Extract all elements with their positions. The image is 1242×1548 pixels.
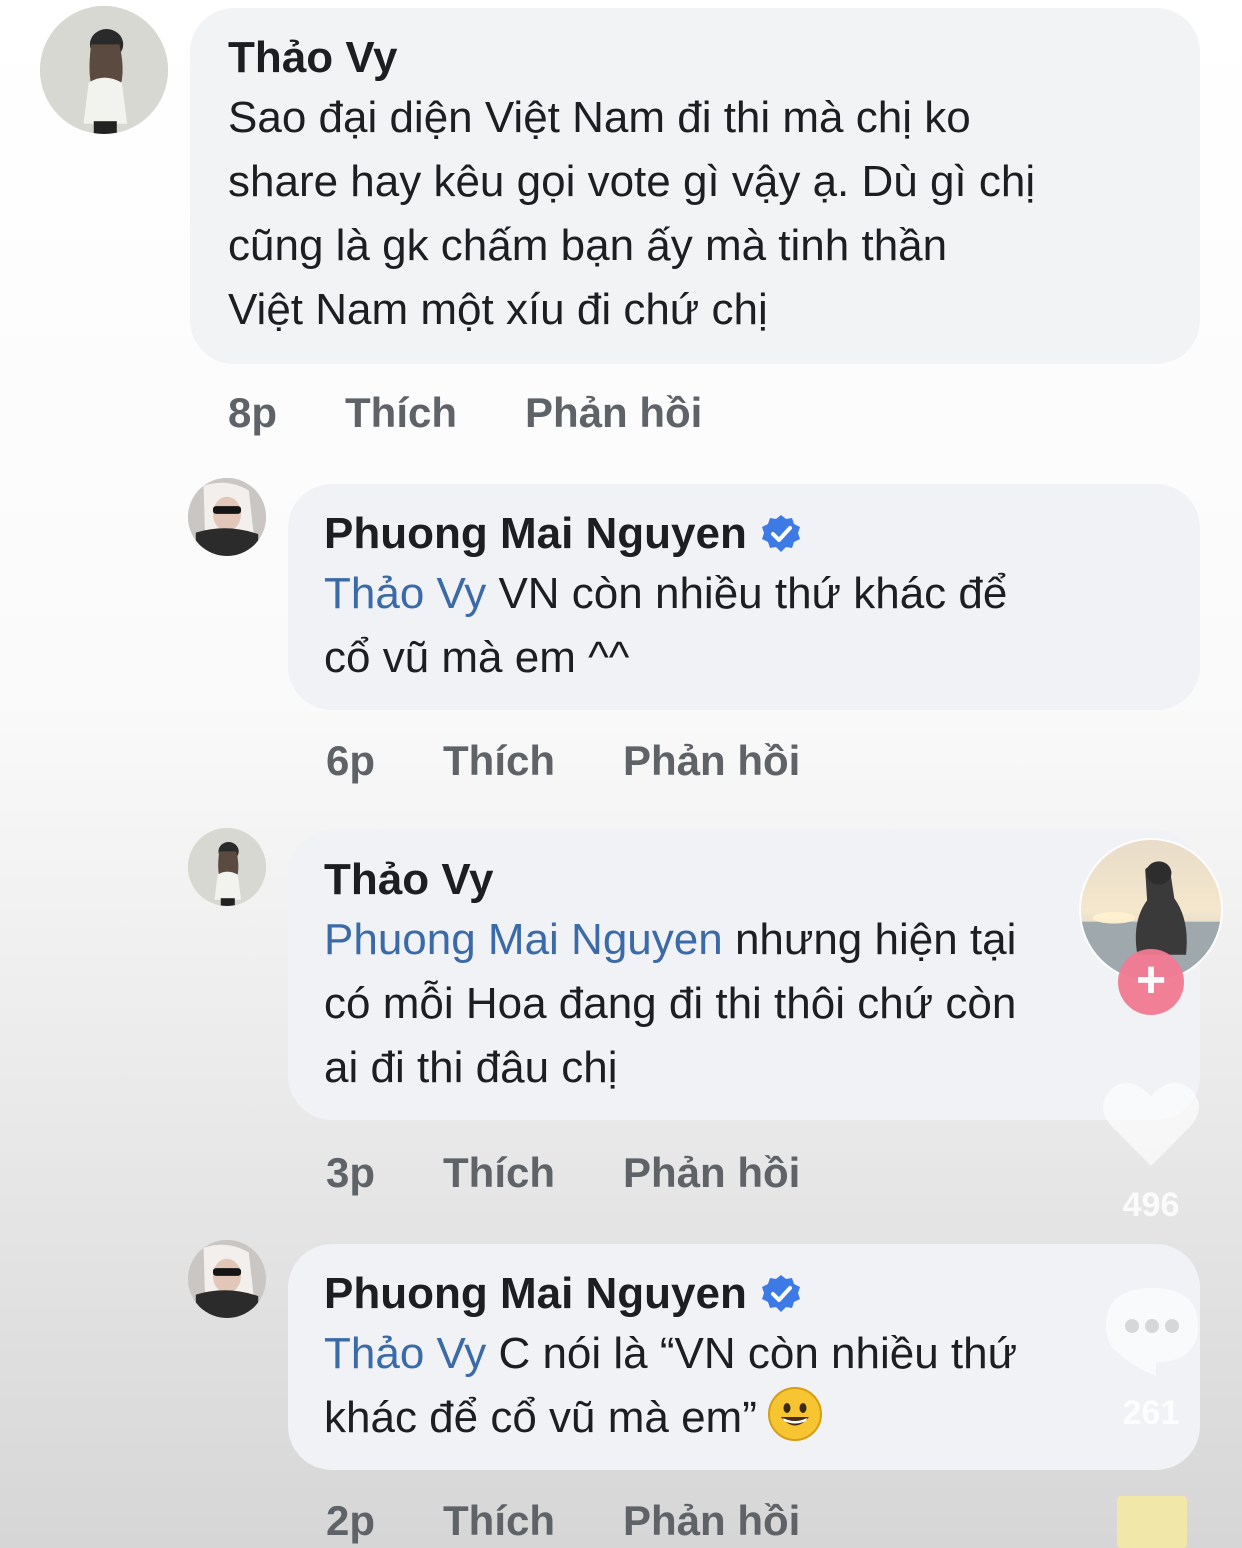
comment-bubble: Phuong Mai Nguyen Thảo Vy VN còn nhiều t… [288,484,1200,710]
mention-link[interactable]: Thảo Vy [324,569,486,618]
avatar-woman-image [188,478,266,556]
comment-bubble: Thảo Vy Sao đại diện Việt Nam đi thi mà … [190,8,1200,364]
comment-author[interactable]: Phuong Mai Nguyen [324,506,747,562]
comment-time: 2p [326,1497,376,1544]
comment-time: 3p [326,1149,376,1196]
reply-button[interactable]: Phản hồi [623,736,800,786]
mention-link[interactable]: Phuong Mai Nguyen [324,915,723,964]
comment-bubble: Thảo Vy Phuong Mai Nguyen nhưng hiện tại… [288,830,1200,1120]
like-button[interactable]: Thích [443,1496,555,1546]
comment-time: 6p [326,737,376,784]
follow-plus-button[interactable]: + [1118,949,1184,1015]
avatar-girl-image [188,828,266,906]
comment-text: Sao đại diện Việt Nam đi thi mà chị ko s… [228,93,1036,334]
comments-count: 261 [1122,1394,1180,1432]
comment-actions: 6p Thích Phản hồi [326,736,868,786]
avatar-girl-image [40,6,168,134]
comment-text: Thảo Vy VN còn nhiều thứ khác để cổ vũ m… [324,569,1008,682]
comment-bubble-icon[interactable] [1102,1284,1202,1378]
avatar[interactable] [40,6,168,134]
like-button[interactable]: Thích [443,736,555,786]
comment-actions: 3p Thích Phản hồi [326,1148,868,1198]
reply-button[interactable]: Phản hồi [525,388,702,438]
comment-author[interactable]: Thảo Vy [324,852,1166,908]
heart-icon[interactable] [1100,1078,1202,1170]
reply-button[interactable]: Phản hồi [623,1148,800,1198]
comment-time: 8p [228,389,278,436]
avatar[interactable] [188,828,266,906]
comment-text: Thảo Vy C nói là “VN còn nhiều thứ khác … [324,1329,1018,1442]
mention-link[interactable]: Thảo Vy [324,1329,486,1378]
avatar[interactable] [188,1240,266,1318]
avatar-woman-image [188,1240,266,1318]
verified-badge-icon [761,514,801,554]
comment-author[interactable]: Thảo Vy [228,30,1164,86]
comment-text: Phuong Mai Nguyen nhưng hiện tại có mỗi … [324,915,1017,1092]
like-button[interactable]: Thích [345,388,457,438]
avatar[interactable] [188,478,266,556]
grinning-face-emoji-icon [767,1386,823,1442]
comment-author[interactable]: Phuong Mai Nguyen [324,1266,747,1322]
comment-bubble: Phuong Mai Nguyen Thảo Vy C nói là “VN c… [288,1244,1200,1470]
verified-badge-icon [761,1274,801,1314]
comment-actions: 8p Thích Phản hồi [228,388,770,438]
comment-actions: 2p Thích Phản hồi [326,1496,868,1546]
reply-button[interactable]: Phản hồi [623,1496,800,1546]
like-button[interactable]: Thích [443,1148,555,1198]
likes-count: 496 [1122,1186,1180,1224]
music-disc-icon[interactable] [1117,1496,1187,1548]
